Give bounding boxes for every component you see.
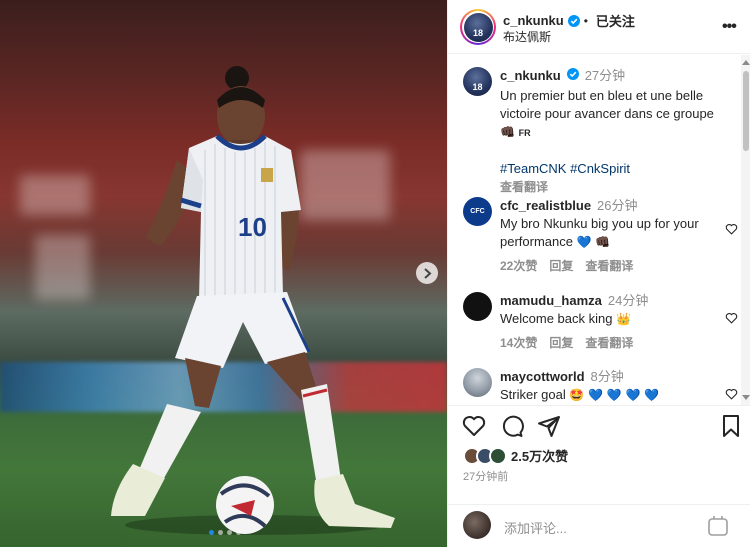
add-comment-input[interactable]: 添加评论...	[504, 518, 567, 537]
comment-time: 8分钟	[590, 369, 624, 384]
chevron-right-icon	[423, 267, 431, 279]
jersey-number: 10	[238, 212, 267, 242]
carousel-dot	[218, 530, 223, 535]
caption-username[interactable]: c_nkunku	[500, 67, 561, 85]
caption-avatar[interactable]	[463, 67, 492, 96]
reply-button[interactable]: 回复	[549, 257, 573, 275]
background-stand-blur	[20, 175, 90, 215]
carousel-dots	[209, 530, 241, 535]
post-footer: 2.5万次赞 27分钟前 添加评论...	[448, 405, 750, 547]
heart-icon[interactable]	[725, 388, 738, 400]
post-photo[interactable]: 10	[0, 0, 447, 547]
commenter-username[interactable]: cfc_realistblue	[500, 197, 591, 215]
carousel-dot-active	[209, 530, 214, 535]
gif-icon[interactable]	[706, 515, 730, 537]
author-avatar[interactable]	[460, 9, 496, 45]
share-icon[interactable]	[537, 414, 561, 438]
verified-badge-icon	[567, 14, 580, 27]
more-icon[interactable]: •••	[722, 18, 737, 36]
location-link[interactable]: 布达佩斯	[503, 28, 551, 45]
commenter-avatar[interactable]	[463, 368, 492, 397]
add-comment-bar: 添加评论...	[448, 504, 750, 547]
scrollbar-thumb[interactable]	[743, 71, 749, 151]
comment-emojis: 💙 👊🏿	[576, 235, 611, 249]
comment-time: 24分钟	[607, 293, 649, 308]
comment-likes[interactable]: 14次赞	[500, 334, 537, 352]
commenter-avatar[interactable]: CFC	[463, 197, 492, 226]
comment-text: Welcome back king 👑	[500, 311, 632, 326]
bookmark-icon[interactable]	[719, 414, 743, 438]
comment-likes[interactable]: 22次赞	[500, 257, 537, 275]
following-button[interactable]: 已关注	[596, 11, 635, 30]
post-timestamp: 27分钟前	[463, 471, 509, 483]
background-stand-blur	[35, 235, 90, 300]
carousel-dot	[236, 530, 241, 535]
heart-icon[interactable]	[462, 414, 486, 438]
next-photo-button[interactable]	[416, 262, 438, 284]
scroll-down-arrow[interactable]	[742, 395, 750, 400]
player-figure: 10	[111, 66, 395, 535]
scroll-up-arrow[interactable]	[742, 60, 750, 65]
caption-translate-link[interactable]: 查看翻译	[500, 178, 548, 196]
translate-link[interactable]: 查看翻译	[585, 257, 633, 275]
comments-list[interactable]: c_nkunku 27分钟 Un premier but en bleu et …	[448, 55, 741, 405]
translate-link[interactable]: 查看翻译	[585, 334, 633, 352]
comment-text: Striker goal 🤩 💙 💙 💙 💙	[500, 387, 660, 402]
caption-text: Un premier but en bleu et une belle vict…	[500, 88, 714, 139]
likes-summary[interactable]: 2.5万次赞	[463, 446, 568, 465]
verified-badge-icon	[566, 68, 579, 80]
fist-emoji: 👊🏿	[500, 125, 515, 139]
comments-scrollbar[interactable]	[741, 55, 750, 405]
action-bar	[448, 414, 750, 442]
heart-icon[interactable]	[725, 312, 738, 324]
comment-emojis: 🤩 💙 💙 💙 💙	[569, 388, 660, 402]
flag-fr: FR	[518, 128, 531, 138]
comment-icon[interactable]	[500, 414, 524, 438]
comment-text: My bro Nkunku big you up for your perfor…	[500, 216, 699, 249]
commenter-avatar[interactable]	[463, 292, 492, 321]
commenter-username[interactable]: maycottworld	[500, 368, 585, 386]
comment-time: 26分钟	[597, 198, 638, 213]
current-user-avatar	[463, 511, 491, 539]
liker-avatar	[489, 446, 507, 465]
likes-count[interactable]: 2.5万次赞	[511, 446, 568, 465]
commenter-username[interactable]: mamudu_hamza	[500, 292, 602, 310]
post-details-panel: c_nkunku • 已关注 布达佩斯 ••• c_nkunku 27分钟 Un…	[447, 0, 750, 547]
caption-hashtags[interactable]: #TeamCNK #CnkSpirit	[500, 160, 730, 178]
carousel-dot	[227, 530, 232, 535]
comment-emojis: 👑	[616, 312, 632, 326]
reply-button[interactable]: 回复	[549, 334, 573, 352]
post-header: c_nkunku • 已关注 布达佩斯 •••	[448, 0, 750, 54]
heart-icon[interactable]	[725, 223, 738, 235]
caption-time: 27分钟	[584, 68, 626, 83]
author-username[interactable]: c_nkunku	[503, 13, 564, 28]
